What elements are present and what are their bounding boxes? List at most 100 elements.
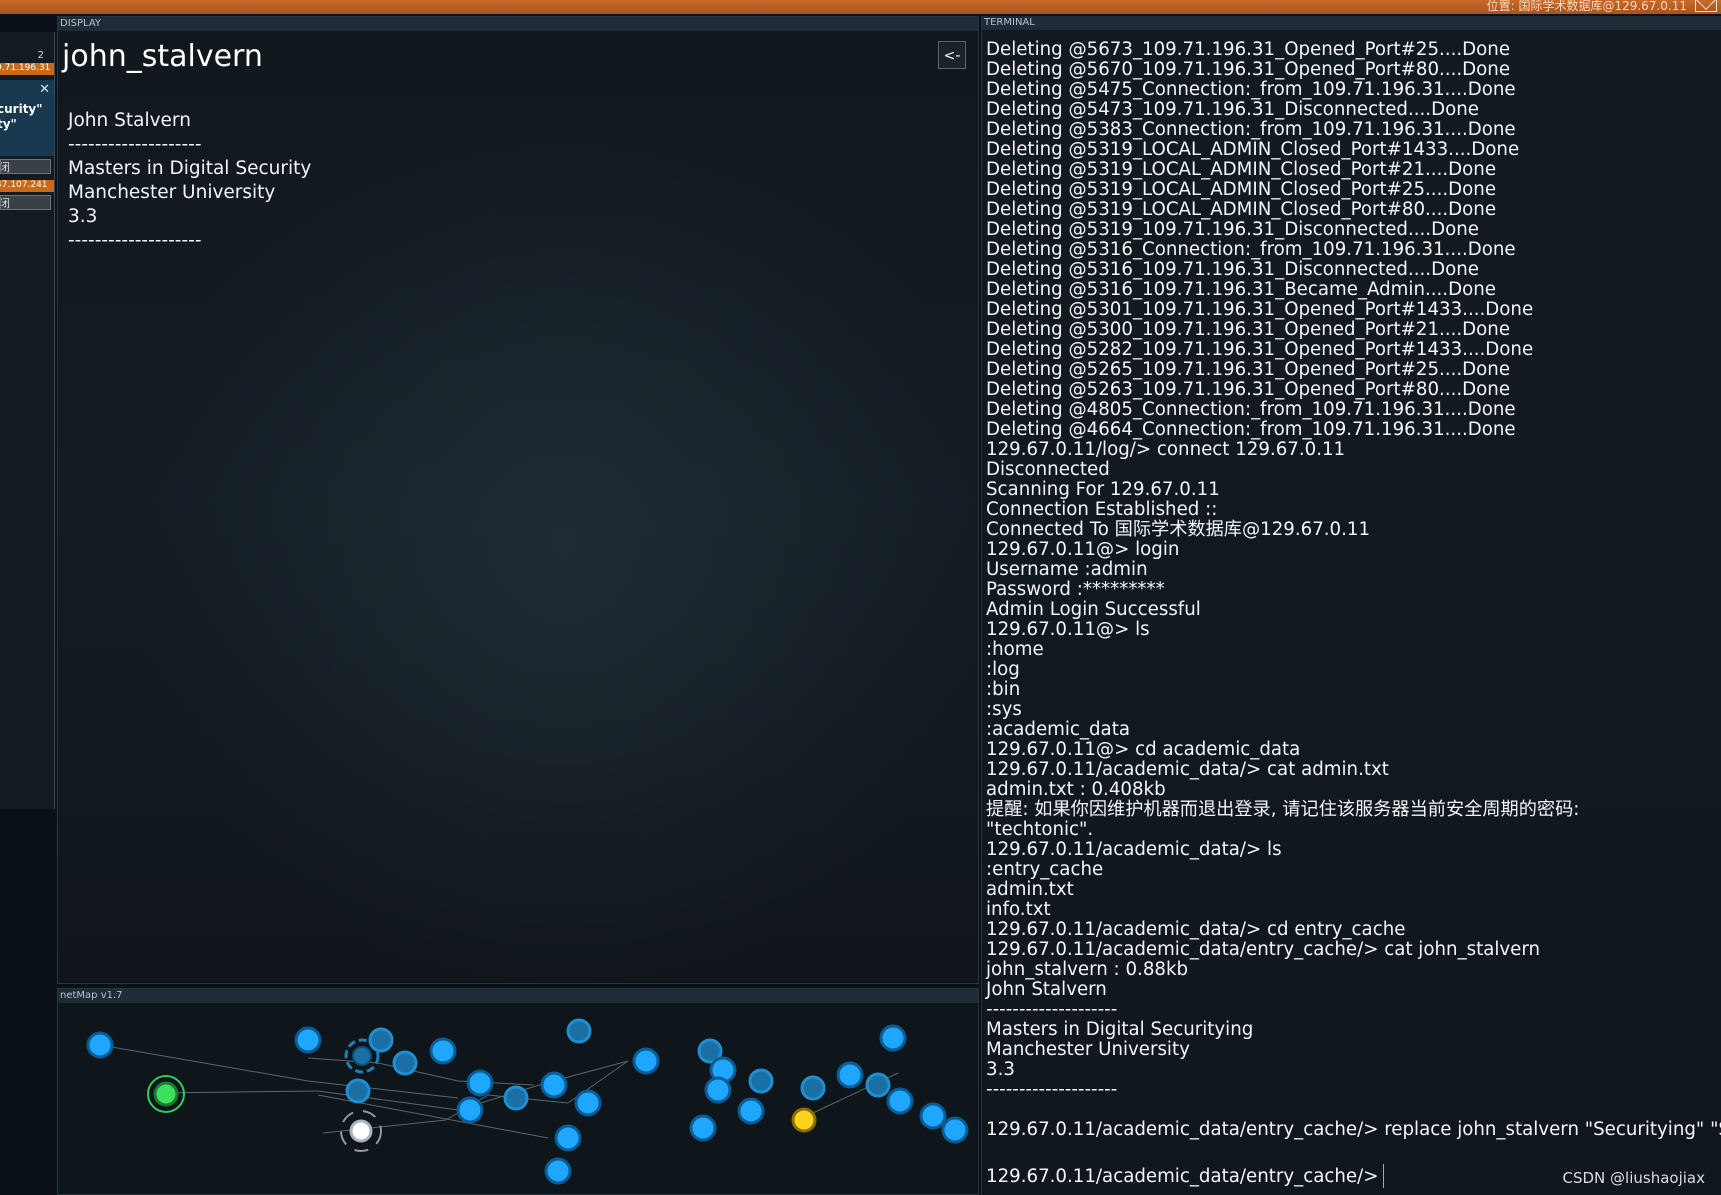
terminal-line: 129.67.0.11/academic_data/> cd entry_cac… xyxy=(986,919,1406,940)
node[interactable] xyxy=(689,1114,717,1142)
node[interactable] xyxy=(544,1157,572,1185)
connection-ip-tag[interactable]: 9.71.196.31 xyxy=(0,63,54,75)
location-label: 位置: 国际学术数据库@129.67.0.11 xyxy=(1486,0,1687,13)
terminal-line: Deleting @5319_LOCAL_ADMIN_Closed_Port#2… xyxy=(986,179,1497,200)
terminal-line: :bin xyxy=(986,679,1021,700)
terminal-line: Admin Login Successful xyxy=(986,599,1201,620)
terminal-line: -------------------- xyxy=(986,999,1118,1020)
mail-icon[interactable] xyxy=(1695,0,1717,12)
target-node[interactable] xyxy=(791,1107,817,1133)
node[interactable] xyxy=(941,1116,969,1144)
terminal-line: :entry_cache xyxy=(986,859,1104,880)
netmap-links xyxy=(99,1044,899,1139)
terminal-line: Disconnected xyxy=(986,459,1110,480)
node[interactable] xyxy=(456,1096,484,1124)
node[interactable] xyxy=(540,1071,568,1099)
terminal-line: Deleting @5475_Connection:_from_109.71.1… xyxy=(986,79,1516,100)
node[interactable] xyxy=(345,1078,371,1104)
node[interactable] xyxy=(503,1085,529,1111)
netmap-graph xyxy=(86,1018,969,1185)
node[interactable] xyxy=(574,1089,602,1117)
link xyxy=(317,1090,459,1111)
terminal-line: "techtonic". xyxy=(986,819,1094,840)
terminal-line: Deleting @5383_Connection:_from_109.71.1… xyxy=(986,119,1516,140)
terminal-line: 3.3 xyxy=(986,1059,1015,1080)
terminal-line: Deleting @5263_109.71.196.31_Opened_Port… xyxy=(986,379,1511,400)
terminal-line: 提醒: 如果你因维护机器而退出登录, 请记住该服务器当前安全周期的密码: xyxy=(986,799,1580,820)
terminal-line: Deleting @5316_Connection:_from_109.71.1… xyxy=(986,239,1516,260)
top-status-bar: 位置: 国际学术数据库@129.67.0.11 xyxy=(0,0,1721,14)
terminal-line: admin.txt xyxy=(986,879,1074,900)
connection-ip-tag-2[interactable]: 47.107.241 xyxy=(0,180,54,192)
terminal-line: Manchester University xyxy=(986,1039,1190,1060)
node[interactable] xyxy=(368,1027,394,1053)
terminal-line: Deleting @5316_109.71.196.31_Disconnecte… xyxy=(986,259,1479,280)
node[interactable] xyxy=(392,1050,418,1076)
node[interactable] xyxy=(554,1124,582,1152)
terminal-line: 129.67.0.11/academic_data/> cat admin.tx… xyxy=(986,759,1389,780)
terminal-line: Username :admin xyxy=(986,559,1148,580)
open-windows-list: 2 9.71.196.31 ✕ curity" ty" 闭 47.107.241… xyxy=(0,32,55,809)
node[interactable] xyxy=(879,1024,907,1052)
node[interactable] xyxy=(632,1047,660,1075)
node[interactable] xyxy=(919,1102,947,1130)
close-icon[interactable]: ✕ xyxy=(39,82,50,97)
terminal-line: Deleting @5301_109.71.196.31_Opened_Port… xyxy=(986,299,1534,320)
node[interactable] xyxy=(86,1031,114,1059)
display-panel: DISPLAY john_stalvern <- John Stalvern -… xyxy=(57,16,979,984)
node[interactable] xyxy=(294,1026,322,1054)
terminal-line: Deleting @5265_109.71.196.31_Opened_Port… xyxy=(986,359,1511,380)
node[interactable] xyxy=(352,1046,372,1066)
terminal-line: 129.67.0.11/academic_data/> ls xyxy=(986,839,1282,860)
terminal-line: Deleting @5319_LOCAL_ADMIN_Closed_Port#1… xyxy=(986,139,1520,160)
mission-card-text: curity" ty" xyxy=(0,102,43,132)
terminal-line: Deleting @5300_109.71.196.31_Opened_Port… xyxy=(986,319,1511,340)
terminal-line: Deleting @5282_109.71.196.31_Opened_Port… xyxy=(986,339,1534,360)
close-button[interactable]: 闭 xyxy=(0,159,51,174)
node[interactable] xyxy=(466,1069,494,1097)
terminal-line: 129.67.0.11@> ls xyxy=(986,619,1150,640)
node[interactable] xyxy=(886,1087,914,1115)
terminal-line: Masters in Digital Securitying xyxy=(986,1019,1254,1040)
node[interactable] xyxy=(836,1061,864,1089)
terminal-line: :log xyxy=(986,659,1020,680)
node[interactable] xyxy=(865,1072,891,1098)
terminal-line: Deleting @5473_109.71.196.31_Disconnecte… xyxy=(986,99,1479,120)
terminal-line: Password :********* xyxy=(986,579,1165,600)
terminal-line: Deleting @5319_LOCAL_ADMIN_Closed_Port#8… xyxy=(986,199,1497,220)
watermark: CSDN @liushaojiax xyxy=(1562,1169,1705,1187)
terminal-line: Deleting @5316_109.71.196.31_Became_Admi… xyxy=(986,279,1496,300)
terminal-line: 129.67.0.11@> cd academic_data xyxy=(986,739,1301,760)
text-cursor[interactable] xyxy=(1383,1164,1384,1188)
display-header: DISPLAY xyxy=(58,17,978,31)
mission-card[interactable]: ✕ curity" ty" xyxy=(0,80,54,156)
node[interactable] xyxy=(800,1075,826,1101)
terminal-line: -------------------- xyxy=(986,1079,1118,1100)
terminal-line: Connected To 国际学术数据库@129.67.0.11 xyxy=(986,519,1371,540)
node[interactable] xyxy=(737,1097,765,1125)
mission-card-line: curity" xyxy=(0,102,43,116)
netmap-nodes[interactable] xyxy=(86,1018,969,1185)
terminal-output: Deleting @5673_109.71.196.31_Opened_Port… xyxy=(986,40,1721,1140)
home-node[interactable] xyxy=(153,1081,179,1107)
node[interactable] xyxy=(429,1037,457,1065)
link xyxy=(322,1119,447,1134)
window-count: 2 xyxy=(37,50,44,61)
node[interactable] xyxy=(748,1068,774,1094)
terminal-line: Deleting @5673_109.71.196.31_Opened_Port… xyxy=(986,39,1511,60)
player-node[interactable] xyxy=(349,1119,373,1143)
mission-card-line: ty" xyxy=(0,117,17,131)
terminal-line: :sys xyxy=(986,699,1022,720)
terminal-line: :home xyxy=(986,639,1044,660)
terminal-line: admin.txt : 0.408kb xyxy=(986,779,1166,800)
terminal-panel[interactable]: TERMINAL Deleting @5673_109.71.196.31_Op… xyxy=(981,16,1721,1195)
terminal-line: Scanning For 129.67.0.11 xyxy=(986,479,1220,500)
back-button[interactable]: <- xyxy=(938,41,966,69)
terminal-line: 129.67.0.11/academic_data/entry_cache/> … xyxy=(986,1119,1721,1140)
node[interactable] xyxy=(704,1076,732,1104)
link xyxy=(99,1044,309,1082)
node[interactable] xyxy=(566,1018,592,1044)
terminal-line: Deleting @5319_109.71.196.31_Disconnecte… xyxy=(986,219,1479,240)
close-button-2[interactable]: 闭 xyxy=(0,195,51,210)
